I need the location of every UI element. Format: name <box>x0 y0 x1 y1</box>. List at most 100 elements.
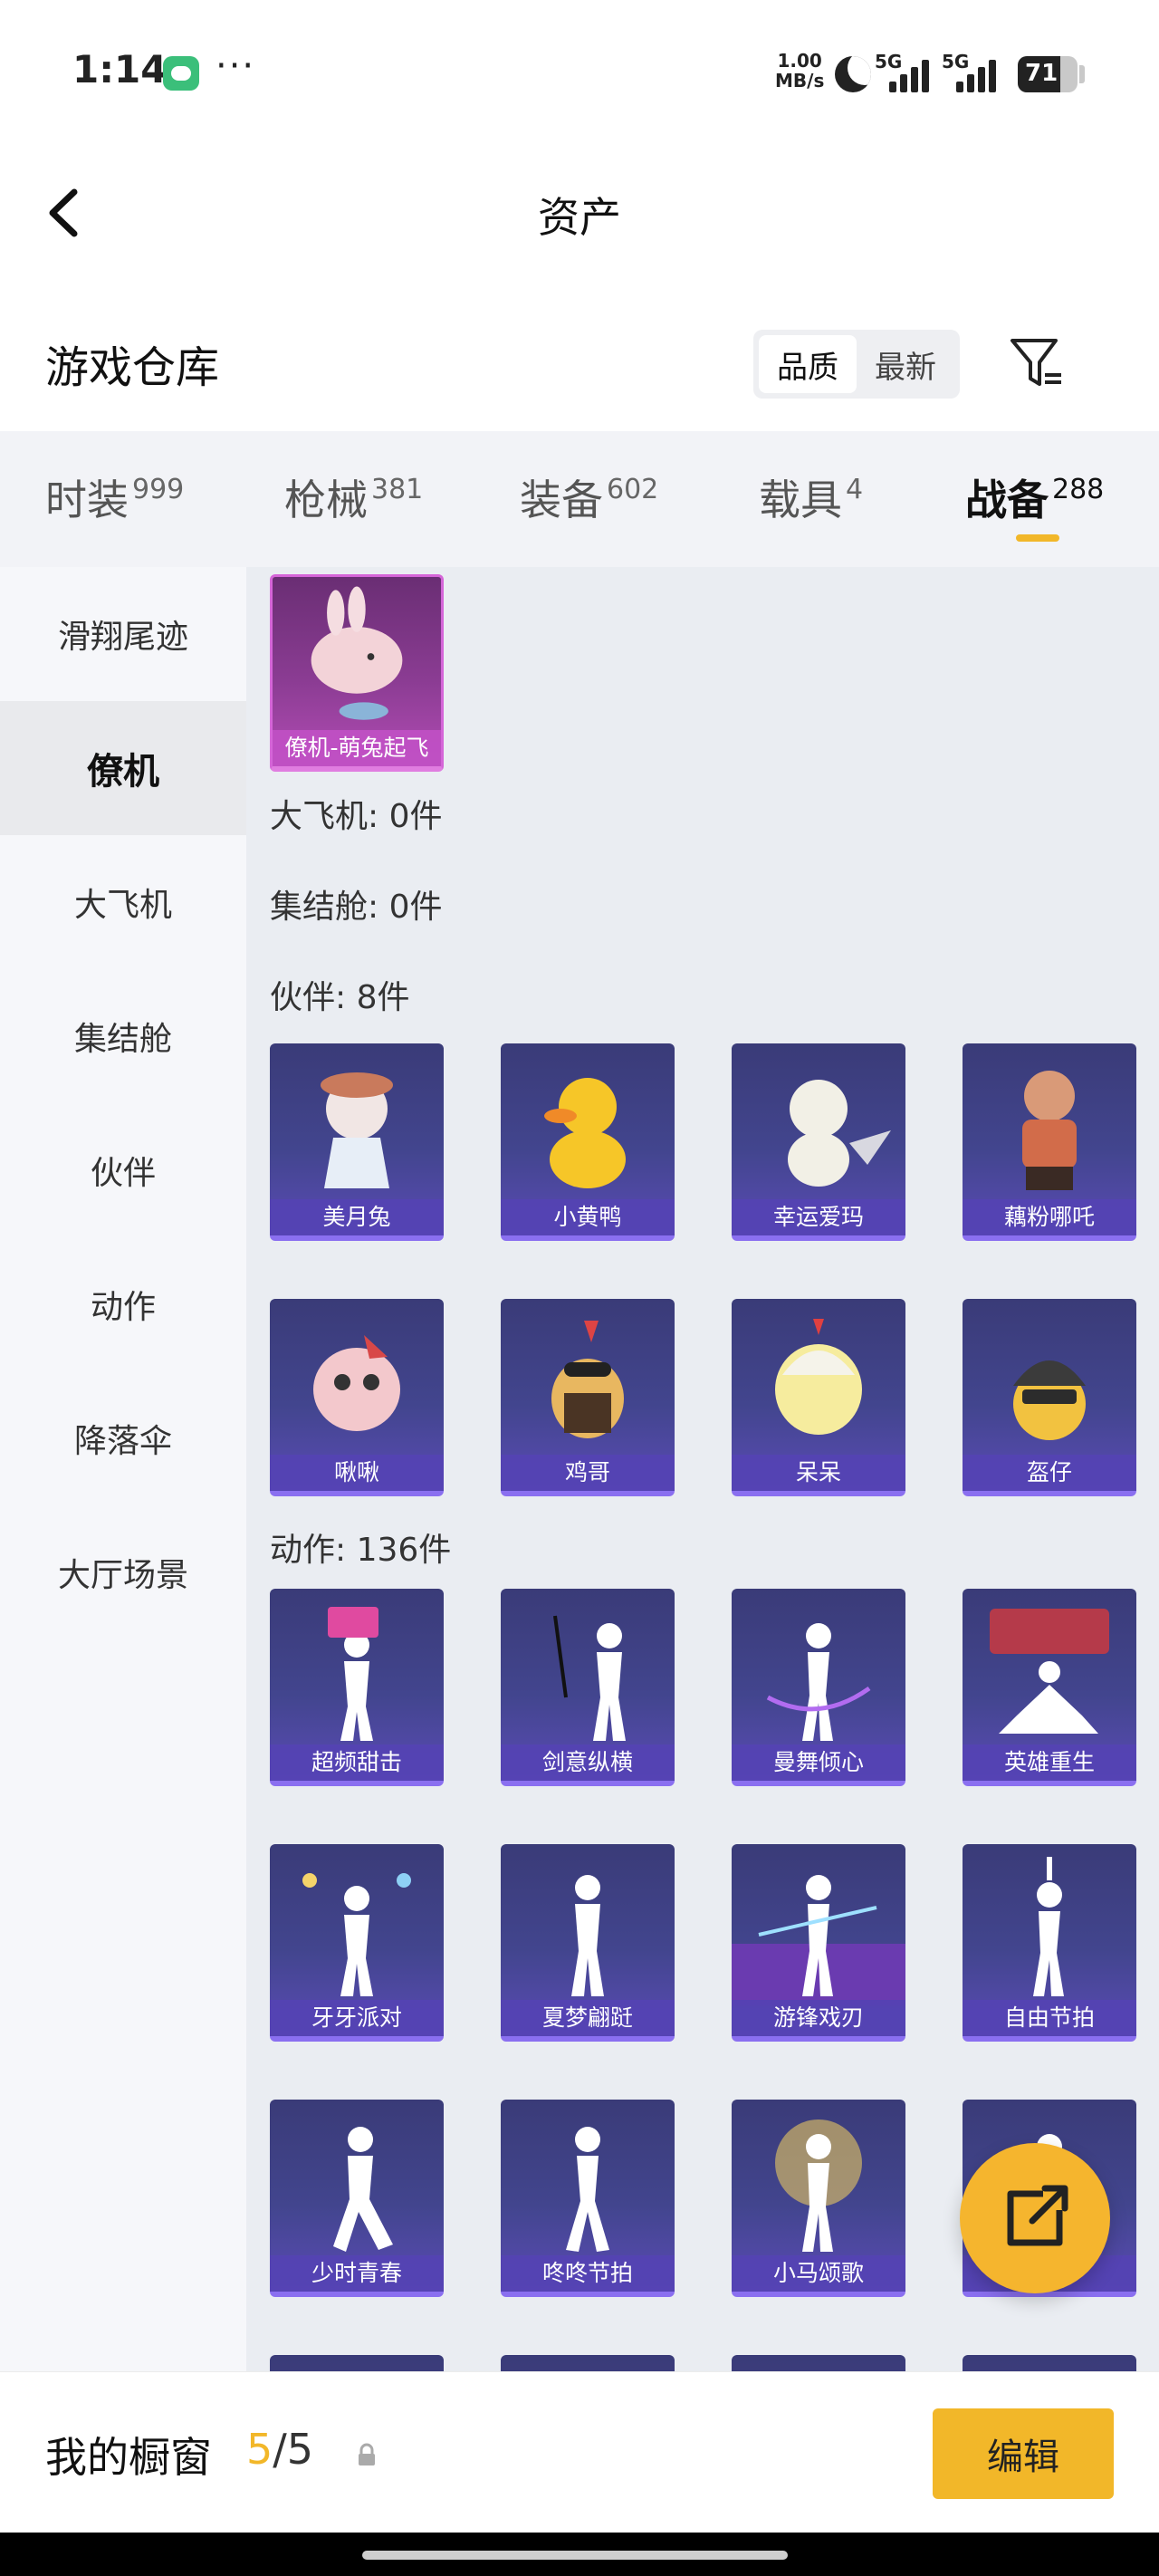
action-card[interactable]: 英雄重生 <box>963 1589 1136 1786</box>
partner-card-label: 啾啾 <box>270 1455 444 1491</box>
dancer-silhouette-image <box>553 1615 626 1741</box>
showcase-separator: / <box>273 2425 287 2474</box>
sidebar-item-action[interactable]: 动作 <box>0 1237 246 1371</box>
item-card-wingman[interactable]: 僚机-萌兔起飞 <box>270 574 444 772</box>
dancer-silhouette-image <box>566 2127 609 2252</box>
action-card[interactable]: 少时青春 <box>270 2100 444 2297</box>
showcase-count: 5/5 <box>246 2425 313 2474</box>
action-card-label: 夏梦翩跹 <box>501 2000 675 2036</box>
action-card-label: 曼舞倾心 <box>732 1745 905 1781</box>
battery-level: 71 <box>1025 60 1058 87</box>
partner-card[interactable]: 美月兔 <box>270 1043 444 1241</box>
tab-vehicles[interactable]: 载具 4 <box>759 467 863 527</box>
action-card-label: 英雄重生 <box>963 1745 1136 1781</box>
partner-card[interactable]: 幸运爱玛 <box>732 1043 905 1241</box>
tab-equipment-label: 装备 <box>520 476 603 524</box>
partner-card[interactable]: 呆呆 <box>732 1299 905 1496</box>
tab-vehicles-label: 载具 <box>759 476 842 524</box>
tab-fashion-label: 时装 <box>45 476 129 524</box>
warehouse-title: 游戏仓库 <box>45 342 220 393</box>
sidebar-item-parachute[interactable]: 降落伞 <box>0 1371 246 1505</box>
wechat-notification-icon <box>163 56 199 91</box>
sidebar-item-lobby-scene[interactable]: 大厅场景 <box>0 1505 246 1639</box>
tab-battle-prep-label: 战备 <box>965 476 1049 524</box>
partner-card[interactable]: 鸡哥 <box>501 1299 675 1496</box>
partner-figure-image <box>1022 1071 1077 1190</box>
tab-fashion[interactable]: 时装 999 <box>45 467 184 527</box>
action-card[interactable]: 牙牙派对 <box>270 1844 444 2042</box>
partner-card-label: 小黄鸭 <box>501 1199 675 1235</box>
signal-2-bars-icon <box>956 56 996 92</box>
lock-icon <box>359 2443 375 2465</box>
sidebar: 滑翔尾迹 僚机 大飞机 集结舱 伙伴 动作 降落伞 大厅场景 <box>0 567 246 2379</box>
partner-card[interactable]: 小黄鸭 <box>501 1043 675 1241</box>
network-speed-unit: MB/s <box>775 70 825 91</box>
active-tab-indicator <box>1016 534 1059 542</box>
action-card[interactable]: 剑意纵横 <box>501 1589 675 1786</box>
bunny-plane-image <box>311 586 403 720</box>
sidebar-item-partner[interactable]: 伙伴 <box>0 1103 246 1237</box>
warehouse-header: 游戏仓库 品质 最新 <box>0 299 1159 426</box>
partner-figure-image <box>775 1319 862 1435</box>
showcase-bar: 我的橱窗 5/5 编辑 <box>0 2371 1159 2533</box>
tab-equipment-count: 602 <box>607 474 659 505</box>
network-speed: 1.00 MB/s <box>775 51 824 91</box>
action-card[interactable]: 夏梦翩跹 <box>501 1844 675 2042</box>
action-card-label: 自由节拍 <box>963 2000 1136 2036</box>
partner-card[interactable]: 盔仔 <box>963 1299 1136 1496</box>
top-nav: 资产 <box>0 145 1159 281</box>
partner-card[interactable]: 啾啾 <box>270 1299 444 1496</box>
tab-battle-prep-count: 288 <box>1052 474 1105 505</box>
filter-icon <box>1011 339 1061 386</box>
tab-fashion-count: 999 <box>132 474 185 505</box>
action-card[interactable]: 咚咚节拍 <box>501 2100 675 2297</box>
dancer-silhouette-image <box>302 1873 411 1996</box>
partner-figure-image <box>1013 1360 1086 1440</box>
action-card-label: 剑意纵横 <box>501 1745 675 1781</box>
partner-figure-image <box>551 1321 624 1438</box>
battery-icon: 71 <box>1018 56 1078 92</box>
action-card[interactable]: 游锋戏刃 <box>732 1844 905 2042</box>
action-card-label: 咚咚节拍 <box>501 2255 675 2292</box>
tab-equipment[interactable]: 装备 602 <box>520 467 658 527</box>
sidebar-item-big-plane[interactable]: 大飞机 <box>0 835 246 969</box>
tab-battle-prep[interactable]: 战备 288 <box>965 467 1104 527</box>
sidebar-item-glide-trail[interactable]: 滑翔尾迹 <box>0 567 246 701</box>
sidebar-item-wingman[interactable]: 僚机 <box>0 701 246 835</box>
status-time: 1:14 <box>72 47 168 91</box>
share-button[interactable] <box>960 2143 1110 2293</box>
dancer-silhouette-image <box>766 1623 871 1741</box>
status-bar: 1:14 ··· 1.00 MB/s 5G 5G 71 <box>0 0 1159 145</box>
more-notifications-icon: ··· <box>216 45 256 87</box>
action-card[interactable]: 超频甜击 <box>270 1589 444 1786</box>
dancer-silhouette-image <box>775 2119 862 2252</box>
dancer-silhouette-image <box>732 1875 905 2005</box>
action-card-label: 超频甜击 <box>270 1745 444 1781</box>
partner-card-label: 美月兔 <box>270 1199 444 1235</box>
tab-guns-count: 381 <box>371 474 424 505</box>
edit-button[interactable]: 编辑 <box>933 2408 1114 2499</box>
action-card-label: 牙牙派对 <box>270 2000 444 2036</box>
share-external-icon <box>1007 2185 1068 2246</box>
partner-card-label: 藕粉哪吒 <box>963 1199 1136 1235</box>
action-card[interactable]: 曼舞倾心 <box>732 1589 905 1786</box>
section-capsule: 集结舱: 0件 <box>270 889 443 926</box>
sort-option-quality[interactable]: 品质 <box>759 335 857 393</box>
action-card[interactable]: 自由节拍 <box>963 1844 1136 2042</box>
home-indicator[interactable] <box>362 2551 788 2560</box>
showcase-current: 5 <box>246 2425 273 2474</box>
sidebar-item-capsule[interactable]: 集结舱 <box>0 969 246 1103</box>
sort-option-newest[interactable]: 最新 <box>857 335 954 393</box>
partner-card-label: 盔仔 <box>963 1455 1136 1491</box>
filter-button[interactable] <box>1005 332 1068 395</box>
partner-card-label: 鸡哥 <box>501 1455 675 1491</box>
page-title: 资产 <box>538 193 621 242</box>
action-card-label: 少时青春 <box>270 2255 444 2292</box>
section-action: 动作: 136件 <box>270 1532 452 1569</box>
tab-guns[interactable]: 枪械 381 <box>284 467 423 527</box>
dancer-silhouette-image <box>990 1609 1109 1734</box>
dancer-silhouette-image <box>333 2127 393 2252</box>
do-not-disturb-icon <box>835 56 871 92</box>
action-card[interactable]: 小马颂歌 <box>732 2100 905 2297</box>
partner-card[interactable]: 藕粉哪吒 <box>963 1043 1136 1241</box>
